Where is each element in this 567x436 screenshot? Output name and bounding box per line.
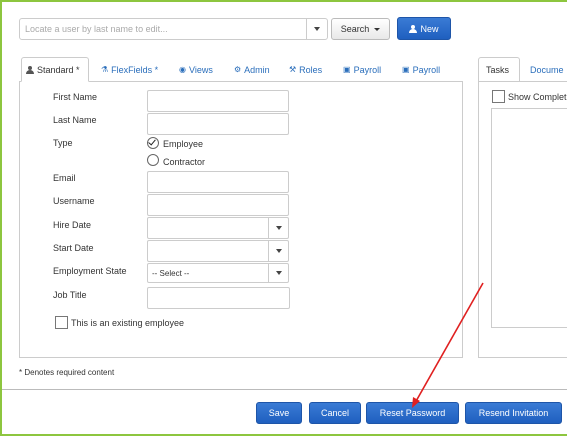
chevron-down-icon: [275, 249, 282, 253]
chevron-down-icon: [314, 27, 320, 31]
user-icon: [26, 65, 34, 74]
cancel-button[interactable]: Cancel: [309, 402, 361, 424]
flask-icon: ⚗: [101, 65, 109, 74]
last-name-input[interactable]: [148, 114, 288, 134]
chevron-down-icon: [374, 27, 381, 31]
show-completed-label: Show Complet: [508, 92, 567, 102]
employee-radio[interactable]: [147, 137, 159, 149]
job-title-label: Job Title: [53, 290, 87, 300]
tab-label: Payroll: [353, 64, 382, 75]
show-completed-checkbox[interactable]: [492, 90, 505, 103]
existing-employee-label: This is an existing employee: [71, 318, 185, 328]
tab-label: Docume: [530, 64, 564, 75]
tab-label: Standard *: [37, 64, 80, 75]
email-field[interactable]: [147, 171, 289, 193]
footer-divider: [2, 389, 567, 390]
tab-label: Roles: [299, 64, 323, 75]
user-icon: [409, 24, 418, 33]
side-tabs: Tasks Docume: [478, 57, 567, 82]
start-date-label: Start Date: [53, 243, 94, 253]
check-icon: [148, 137, 156, 146]
username-input[interactable]: [148, 195, 288, 215]
resend-invitation-label: Resend Invitation: [478, 408, 549, 418]
type-label: Type: [53, 138, 73, 148]
gear-icon: ⚙: [234, 65, 242, 74]
first-name-field[interactable]: [147, 90, 289, 112]
hire-date-dropdown-toggle[interactable]: [268, 218, 288, 238]
save-button[interactable]: Save: [256, 402, 302, 424]
reset-password-button[interactable]: Reset Password: [366, 402, 459, 424]
employment-state-label: Employment State: [53, 266, 127, 276]
email-label: Email: [53, 173, 76, 183]
hire-date-label: Hire Date: [53, 220, 92, 230]
tab-admin[interactable]: ⚙ Admin: [230, 57, 274, 82]
tasks-panel: Show Complet: [478, 81, 567, 358]
tab-label: Views: [188, 64, 213, 75]
job-title-input[interactable]: [148, 288, 289, 308]
tab-label: Admin: [244, 64, 270, 75]
eye-icon: ◉: [179, 65, 186, 74]
user-search-box[interactable]: [19, 18, 328, 40]
contractor-radio-label: Contractor: [163, 157, 206, 167]
first-name-input[interactable]: [148, 91, 288, 111]
search-dropdown-toggle[interactable]: [306, 19, 327, 39]
new-user-button[interactable]: New: [397, 17, 451, 40]
standard-tab-panel: First Name Last Name Type Employee Contr…: [19, 81, 463, 358]
email-input[interactable]: [148, 172, 288, 192]
tab-tasks[interactable]: Tasks: [478, 57, 520, 82]
tab-label: FlexFields *: [111, 64, 159, 75]
first-name-label: First Name: [53, 92, 98, 102]
money-icon: ▣: [402, 65, 410, 74]
tab-standard[interactable]: Standard *: [21, 57, 89, 82]
cancel-button-label: Cancel: [320, 408, 349, 418]
employee-radio-label: Employee: [163, 139, 204, 149]
new-button-label: New: [420, 23, 439, 34]
existing-employee-checkbox[interactable]: [55, 316, 68, 329]
money-icon: ▣: [343, 65, 351, 74]
start-date-field[interactable]: [147, 240, 289, 262]
search-button-label: Search: [340, 24, 370, 34]
tab-label: Tasks: [486, 64, 510, 75]
required-footnote: * Denotes required content: [19, 368, 115, 377]
last-name-field[interactable]: [147, 113, 289, 135]
wrench-icon: ⚒: [289, 65, 297, 74]
resend-invitation-button[interactable]: Resend Invitation: [465, 402, 562, 424]
tasks-list[interactable]: [491, 108, 567, 328]
search-button[interactable]: Search: [331, 18, 390, 40]
chevron-down-icon: [275, 226, 282, 230]
job-title-field[interactable]: [147, 287, 290, 309]
tab-flexfields[interactable]: ⚗ FlexFields *: [97, 57, 162, 82]
employment-state-dropdown-toggle[interactable]: [268, 264, 288, 282]
tab-views[interactable]: ◉ Views: [175, 57, 217, 82]
tab-label: Payroll: [412, 64, 441, 75]
save-button-label: Save: [268, 408, 290, 418]
tab-documents[interactable]: Docume: [523, 57, 567, 82]
tab-roles[interactable]: ⚒ Roles: [285, 57, 326, 82]
username-label: Username: [53, 196, 95, 206]
tab-payroll-2[interactable]: ▣ Payroll: [398, 57, 444, 82]
chevron-down-icon: [275, 271, 282, 275]
hire-date-field[interactable]: [147, 217, 289, 239]
start-date-dropdown-toggle[interactable]: [268, 241, 288, 261]
employment-state-select[interactable]: -- Select --: [147, 263, 289, 283]
employment-state-value: -- Select --: [152, 269, 190, 278]
user-search-input[interactable]: [20, 19, 306, 39]
contractor-radio[interactable]: [147, 154, 159, 166]
last-name-label: Last Name: [53, 115, 97, 125]
reset-password-label: Reset Password: [379, 408, 446, 418]
username-field[interactable]: [147, 194, 289, 216]
tab-payroll[interactable]: ▣ Payroll: [339, 57, 385, 82]
user-tabs: Standard * ⚗ FlexFields * ◉ Views ⚙ Admi…: [19, 57, 463, 82]
